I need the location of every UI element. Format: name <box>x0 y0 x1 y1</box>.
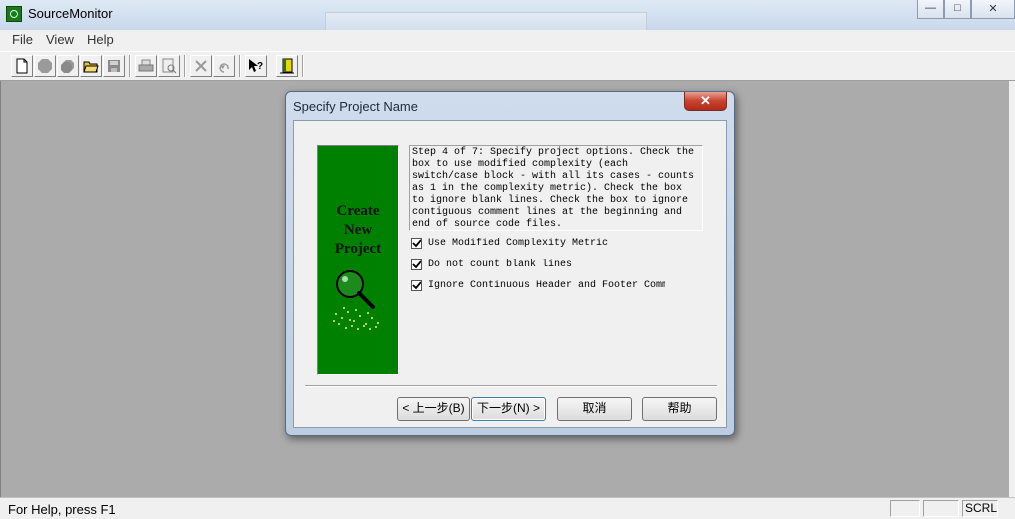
wizard-banner-title: Create New Project <box>318 202 398 259</box>
close-icon: ✕ <box>988 3 998 15</box>
maximize-icon: □ <box>954 2 961 14</box>
print-preview-icon <box>162 58 177 74</box>
save-icon <box>108 60 120 72</box>
banner-line-3: Project <box>334 241 382 257</box>
blank-lines-checkbox[interactable] <box>411 259 422 270</box>
context-help-button[interactable]: ? <box>245 55 267 77</box>
undo-icon <box>219 63 229 73</box>
client-right-edge <box>1009 81 1015 497</box>
open-folder-button[interactable] <box>80 55 102 77</box>
banner-line-1: Create <box>336 203 380 219</box>
window-title-bar: SourceMonitor — □ ✕ <box>0 0 1015 31</box>
dialog-title: Specify Project Name <box>293 99 418 114</box>
background-window-ghost <box>325 12 647 31</box>
help-button[interactable]: 帮助 <box>642 397 717 421</box>
toolbar-separator <box>239 55 241 77</box>
svg-text:?: ? <box>257 61 263 72</box>
dialog-separator <box>305 385 717 387</box>
delete-icon <box>195 60 207 72</box>
print-button[interactable] <box>135 55 157 77</box>
status-text: For Help, press F1 <box>8 502 116 517</box>
specify-project-name-dialog: Specify Project Name ✕ Create New Projec… <box>285 91 735 436</box>
undo-button[interactable] <box>213 55 235 77</box>
maximize-button[interactable]: □ <box>944 0 971 19</box>
status-pane-scrl: SCRL <box>962 500 998 517</box>
checkmark-icon <box>412 239 421 248</box>
toolbar-separator <box>129 55 131 77</box>
new-file-button[interactable] <box>11 55 33 77</box>
modified-complexity-label: Use Modified Complexity Metric <box>428 238 609 249</box>
option-modified-complexity[interactable]: Use Modified Complexity Metric <box>411 238 665 252</box>
banner-line-2: New <box>343 222 373 238</box>
exit-icon <box>280 58 294 74</box>
menu-file[interactable]: File <box>12 32 33 47</box>
delete-button[interactable] <box>190 55 212 77</box>
save-button[interactable] <box>103 55 125 77</box>
status-pane-num <box>923 500 959 517</box>
dialog-body: Create New Project Step 4 of 7: Specify … <box>293 120 727 428</box>
close-button[interactable]: ✕ <box>971 0 1015 19</box>
modified-complexity-checkbox[interactable] <box>411 238 422 249</box>
header-footer-checkbox[interactable] <box>411 280 422 291</box>
open-folder-icon <box>83 61 99 73</box>
menu-view[interactable]: View <box>46 32 74 47</box>
stop-all-icon <box>61 60 74 73</box>
status-pane-caps <box>890 500 920 517</box>
minimize-button[interactable]: — <box>917 0 944 19</box>
blank-lines-label: Do not count blank lines <box>428 259 573 270</box>
step-description: Step 4 of 7: Specify project options. Ch… <box>409 145 703 231</box>
app-title: SourceMonitor <box>28 6 113 21</box>
window-controls: — □ ✕ <box>917 0 1015 20</box>
menu-help[interactable]: Help <box>87 32 114 47</box>
next-button[interactable]: 下一步(N) > <box>471 397 546 421</box>
print-icon <box>138 59 154 72</box>
dialog-close-button[interactable]: ✕ <box>684 92 727 111</box>
close-icon: ✕ <box>700 93 711 108</box>
print-preview-button[interactable] <box>158 55 180 77</box>
stop-all-button[interactable] <box>57 55 79 77</box>
exit-button[interactable] <box>276 55 298 77</box>
back-button[interactable]: < 上一步(B) <box>397 397 470 421</box>
menu-bar: File View Help <box>0 30 1015 50</box>
minimize-icon: — <box>925 2 936 14</box>
toolbar-separator <box>184 55 186 77</box>
checkmark-icon <box>412 260 421 269</box>
stop-icon <box>38 59 52 73</box>
wizard-banner: Create New Project <box>317 145 399 375</box>
status-bar: For Help, press F1 SCRL <box>0 497 1015 519</box>
checkmark-icon <box>412 281 421 290</box>
magnifier-sparkle-icon <box>333 270 379 330</box>
cancel-button[interactable]: 取消 <box>557 397 632 421</box>
new-file-icon <box>16 58 28 74</box>
header-footer-label: Ignore Continuous Header and Footer Comm <box>428 280 665 291</box>
option-ignore-header-footer[interactable]: Ignore Continuous Header and Footer Comm <box>411 280 665 294</box>
stop-button[interactable] <box>34 55 56 77</box>
toolbar: ? <box>0 51 1015 81</box>
app-icon <box>6 6 22 22</box>
option-ignore-blank-lines[interactable]: Do not count blank lines <box>411 259 665 273</box>
toolbar-separator <box>302 55 304 77</box>
context-help-icon: ? <box>249 59 263 72</box>
